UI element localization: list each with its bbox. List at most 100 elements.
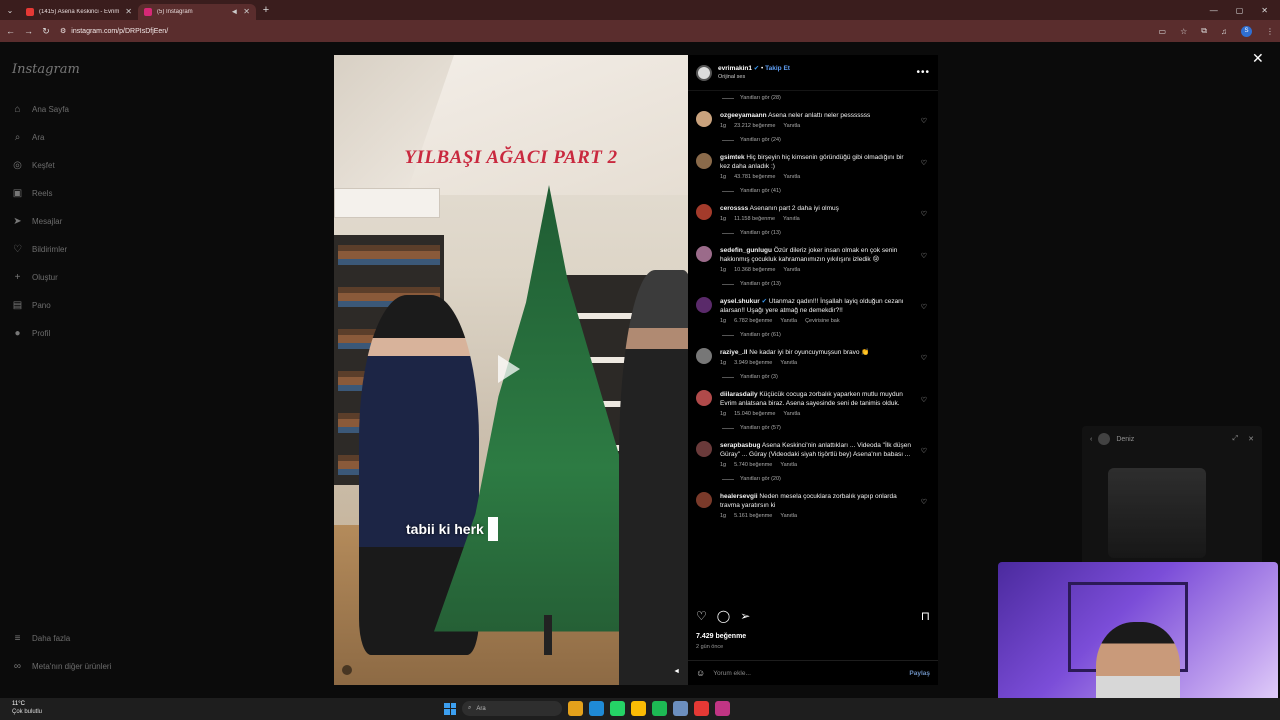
view-replies[interactable]: Yanıtları gör (3) <box>696 370 930 384</box>
instagram-logo[interactable]: Instagram <box>12 62 128 77</box>
weather-widget[interactable]: 11°C Çok bulutlu <box>12 700 42 716</box>
audio-attribution-icon[interactable] <box>342 665 352 675</box>
see-translation-button[interactable]: Çevirisine bak <box>805 317 840 326</box>
reply-button[interactable]: Yanıtla <box>780 317 797 326</box>
close-tab-icon[interactable]: ✕ <box>125 7 132 16</box>
like-comment-icon[interactable]: ♡ <box>921 303 927 311</box>
cast-icon[interactable]: ▭ <box>1159 27 1167 36</box>
url-field[interactable]: ⚙ instagram.com/p/DRPIsDfjEen/ <box>60 27 168 36</box>
commenter-avatar[interactable] <box>696 441 712 457</box>
follow-button[interactable]: Takip Et <box>765 65 790 72</box>
like-icon[interactable]: ♡ <box>696 609 707 623</box>
settings-icon[interactable] <box>673 701 688 716</box>
close-tab-icon[interactable]: ✕ <box>243 7 250 16</box>
minimize-icon[interactable]: — <box>1210 6 1218 15</box>
shared-post-thumbnail[interactable] <box>1108 468 1206 558</box>
share-icon[interactable]: ➢ <box>740 609 750 623</box>
like-count[interactable]: 7.429 beğenme <box>696 633 746 640</box>
view-replies[interactable]: Yanıtları gör (61) <box>696 328 930 342</box>
like-comment-icon[interactable]: ♡ <box>921 210 927 218</box>
comment-input[interactable]: Yorum ekle... <box>713 670 751 677</box>
view-replies[interactable]: Yanıtları gör (57) <box>696 421 930 435</box>
emoji-icon[interactable]: ☺ <box>696 668 705 678</box>
commenter-avatar[interactable] <box>696 204 712 220</box>
forward-icon[interactable]: → <box>24 26 33 36</box>
view-replies[interactable]: Yanıtları gör (13) <box>696 226 930 240</box>
tab-youtube[interactable]: (1415) Asena Keskinci - Evrim A ✕ <box>20 4 138 20</box>
commenter-avatar[interactable] <box>696 390 712 406</box>
commenter-username[interactable]: serapbasbug <box>720 442 760 449</box>
commenter-username[interactable]: healersevgii <box>720 493 758 500</box>
commenter-username[interactable]: aysel.shukur <box>720 298 760 305</box>
post-video[interactable]: YILBAŞI AĞACI PART 2 tabii ki herk ◄ <box>334 55 688 685</box>
comment-likes[interactable]: 5.161 beğenme <box>734 512 772 521</box>
sidebar-item-messages[interactable]: ➤ Mesajlar <box>12 207 128 235</box>
menu-icon[interactable]: ⋮ <box>1266 27 1274 36</box>
taskbar-search[interactable]: ⌕ Ara <box>462 701 562 716</box>
reply-button[interactable]: Yanıtla <box>783 122 800 131</box>
sidebar-item-notifications[interactable]: ♡ Bildirimler <box>12 235 128 263</box>
file-explorer-icon[interactable] <box>568 701 583 716</box>
close-modal-icon[interactable]: ✕ <box>1252 50 1264 67</box>
spotify-icon[interactable] <box>652 701 667 716</box>
comment-likes[interactable]: 5.740 beğenme <box>734 461 772 470</box>
reply-button[interactable]: Yanıtla <box>780 461 797 470</box>
reply-button[interactable]: Yanıtla <box>783 215 800 224</box>
comment-likes[interactable]: 10.368 beğenme <box>734 266 775 275</box>
commenter-avatar[interactable] <box>696 297 712 313</box>
profile-avatar[interactable]: S <box>1241 25 1252 37</box>
view-replies[interactable]: Yanıtları gör (28) <box>696 91 930 105</box>
sidebar-item-meta[interactable]: ∞ Meta'nın diğer ürünleri <box>12 652 111 680</box>
sidebar-item-reels[interactable]: ▣ Reels <box>12 179 128 207</box>
chat-popup[interactable]: ‹ Deniz ⤢ ✕ <box>1082 426 1262 566</box>
tab-search-icon[interactable]: ⌄ <box>0 6 20 15</box>
chat-back-icon[interactable]: ‹ <box>1090 436 1092 443</box>
like-comment-icon[interactable]: ♡ <box>921 498 927 506</box>
whatsapp-icon[interactable] <box>610 701 625 716</box>
speaker-icon[interactable]: ◄ <box>230 7 238 16</box>
bookmark-star-icon[interactable]: ☆ <box>1180 27 1187 36</box>
like-comment-icon[interactable]: ♡ <box>921 252 927 260</box>
comments-list[interactable]: Yanıtları gör (28) ozgeeyamaann Asena ne… <box>688 91 938 603</box>
commenter-username[interactable]: cerossss <box>720 205 748 212</box>
audio-label[interactable]: Orijinal ses <box>718 73 790 82</box>
author-avatar[interactable] <box>696 64 712 81</box>
reply-button[interactable]: Yanıtla <box>783 266 800 275</box>
comment-likes[interactable]: 3.949 beğenme <box>734 359 772 368</box>
sidebar-item-create[interactable]: + Oluştur <box>12 263 128 291</box>
commenter-avatar[interactable] <box>696 246 712 262</box>
sidebar-item-search[interactable]: ⌕ Ara <box>12 123 128 151</box>
sidebar-item-more[interactable]: ≡ Daha fazla <box>12 624 111 652</box>
commenter-avatar[interactable] <box>696 153 712 169</box>
post-comment-button[interactable]: Paylaş <box>909 670 930 677</box>
windows-start-icon[interactable] <box>444 702 456 715</box>
save-bookmark-icon[interactable]: ⊓ <box>921 609 930 623</box>
close-window-icon[interactable]: ✕ <box>1261 6 1268 15</box>
more-options-icon[interactable]: ••• <box>916 67 930 78</box>
comment-likes[interactable]: 43.781 beğenme <box>734 173 775 182</box>
sidebar-item-dashboard[interactable]: ▤ Pano <box>12 291 128 319</box>
comment-likes[interactable]: 15.040 beğenme <box>734 410 775 419</box>
like-comment-icon[interactable]: ♡ <box>921 447 927 455</box>
comment-icon[interactable]: ◯ <box>717 609 730 623</box>
commenter-avatar[interactable] <box>696 492 712 508</box>
comment-likes[interactable]: 23.212 beğenme <box>734 122 775 131</box>
reply-button[interactable]: Yanıtla <box>783 410 800 419</box>
like-comment-icon[interactable]: ♡ <box>921 354 927 362</box>
maximize-icon[interactable]: ▢ <box>1236 6 1244 15</box>
reload-icon[interactable]: ↻ <box>42 26 50 37</box>
comment-likes[interactable]: 6.782 beğenme <box>734 317 772 326</box>
view-replies[interactable]: Yanıtları gör (13) <box>696 277 930 291</box>
reply-button[interactable]: Yanıtla <box>783 173 800 182</box>
commenter-username[interactable]: diilarasdaily <box>720 391 758 398</box>
expand-icon[interactable]: ⤢ <box>1233 435 1239 443</box>
tab-instagram[interactable]: (5) Instagram ◄ ✕ <box>138 3 256 20</box>
chat-close-icon[interactable]: ✕ <box>1248 435 1254 443</box>
sidebar-item-explore[interactable]: ◎ Keşfet <box>12 151 128 179</box>
view-replies[interactable]: Yanıtları gör (24) <box>696 133 930 147</box>
reply-button[interactable]: Yanıtla <box>780 359 797 368</box>
mute-icon[interactable]: ◄ <box>673 668 680 675</box>
author-username[interactable]: evrimakin1 <box>718 65 752 72</box>
commenter-username[interactable]: ozgeeyamaann <box>720 112 767 119</box>
commenter-username[interactable]: gsimtek <box>720 154 745 161</box>
